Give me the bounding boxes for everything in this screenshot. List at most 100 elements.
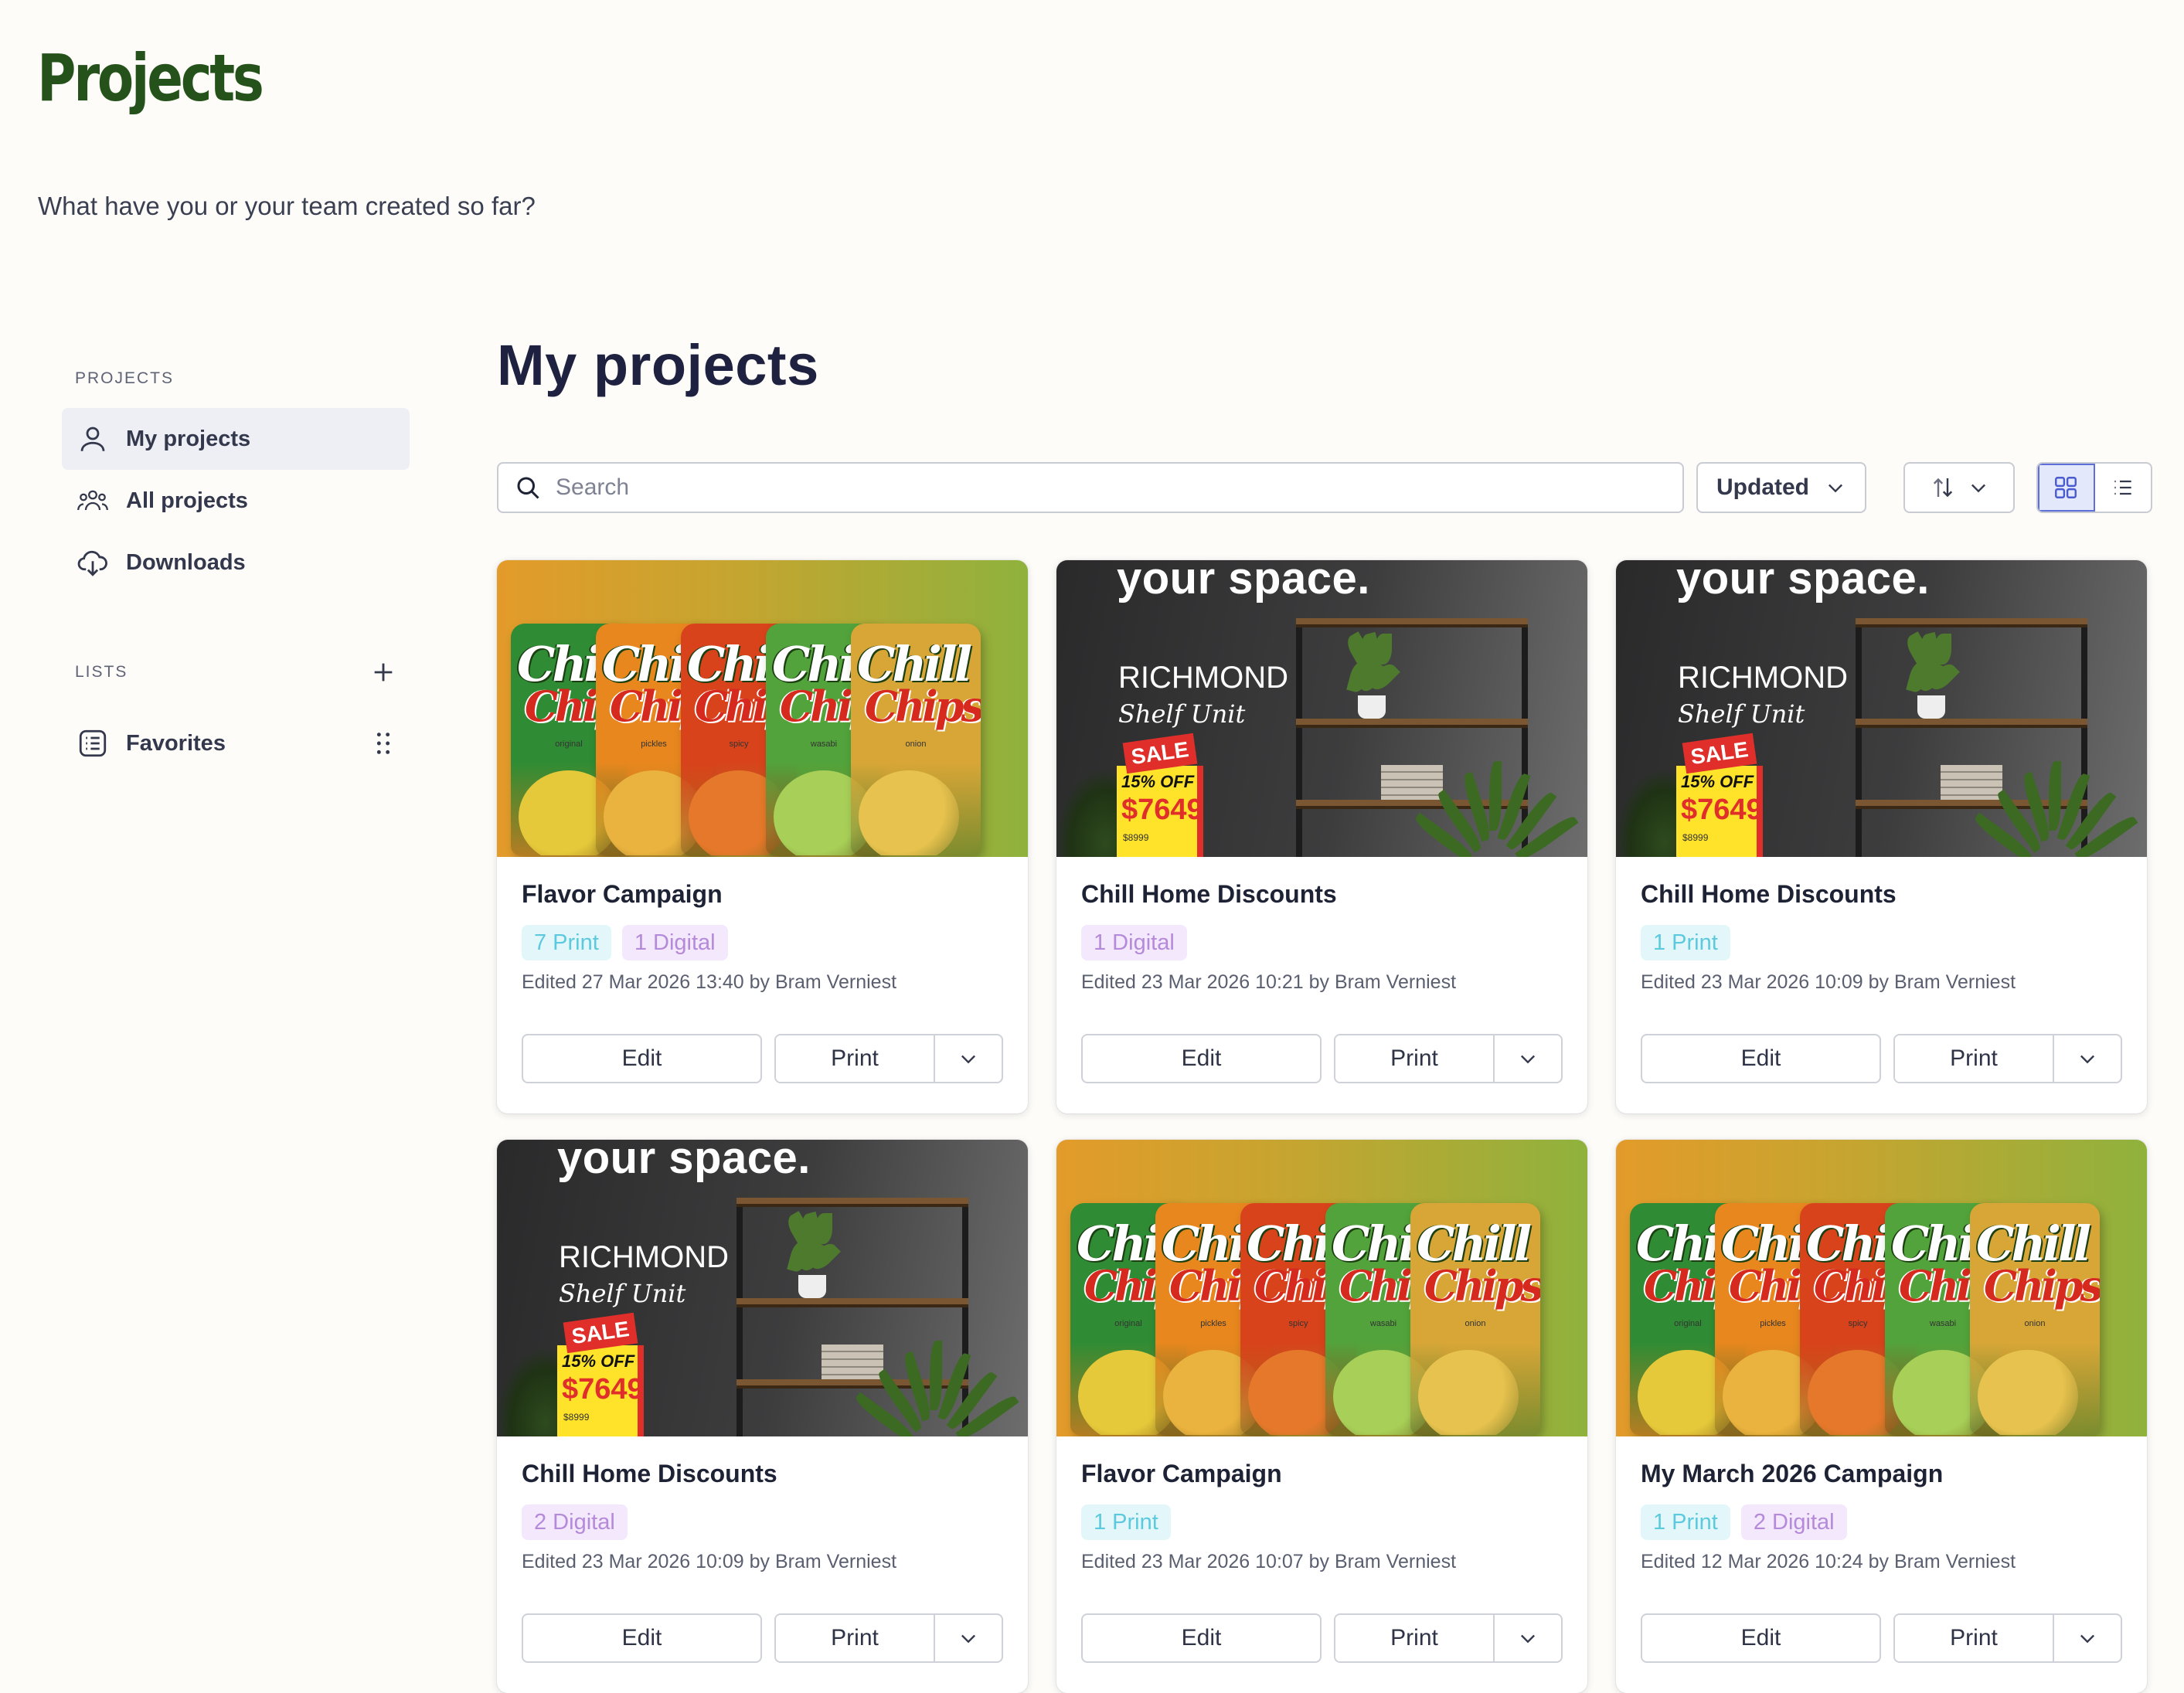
- print-options-button[interactable]: [935, 1615, 1002, 1661]
- card-body: Chill Home Discounts 1 Print Edited 23 Mar…: [1616, 857, 2147, 1083]
- sort-arrows-icon: [1933, 478, 1953, 498]
- project-title[interactable]: Flavor Campaign: [522, 880, 1003, 913]
- list-options-button[interactable]: [366, 726, 400, 760]
- print-options-button[interactable]: [935, 1035, 1002, 1082]
- edited-info: Edited 23 Mar 2026 10:07 by Bram Vernies…: [1081, 1551, 1457, 1572]
- user-icon: [75, 421, 111, 457]
- project-card[interactable]: your space. RICHMOND Shelf Unit 15% OFF $764…: [497, 1140, 1028, 1693]
- print-button[interactable]: Print: [1895, 1035, 2054, 1082]
- edit-button[interactable]: Edit: [522, 1613, 762, 1663]
- shelf-board: [1296, 618, 1528, 627]
- sidebar-item-label: All projects: [126, 488, 248, 513]
- grid-icon: [2055, 477, 2077, 498]
- project-card[interactable]: ChillChipsoriginalChillChipspicklesChill…: [1056, 1140, 1587, 1693]
- project-card[interactable]: ChillChipsoriginalChillChipspicklesChill…: [1616, 1140, 2147, 1693]
- grid-view-button[interactable]: [2038, 464, 2095, 512]
- shelf-board: [1856, 618, 2087, 627]
- project-title[interactable]: Chill Home Discounts: [1641, 880, 2122, 913]
- sort-field-select[interactable]: Updated: [1696, 462, 1866, 513]
- chevron-down-icon: [2080, 1634, 2094, 1644]
- print-count-badge: 1 Print: [1641, 925, 1730, 960]
- print-button[interactable]: Print: [1335, 1615, 1495, 1661]
- discount-label: 15% OFF: [1681, 772, 1754, 791]
- project-thumbnail[interactable]: your space. RICHMOND Shelf Unit 15% OFF $764…: [1056, 560, 1587, 857]
- edited-info: Edited 23 Mar 2026 10:09 by Bram Vernies…: [522, 1551, 897, 1572]
- print-options-button[interactable]: [1495, 1035, 1561, 1082]
- card-body: Flavor Campaign 1 Print Edited 23 Mar 2026…: [1056, 1436, 1587, 1663]
- print-button[interactable]: Print: [776, 1615, 935, 1661]
- badge-row: 7 Print 1 Digital: [522, 925, 1003, 960]
- chip-bag-brand: ChillChips: [1417, 1220, 1540, 1307]
- edit-button[interactable]: Edit: [1641, 1034, 1881, 1083]
- sort-direction-button[interactable]: [1903, 462, 2015, 513]
- project-thumbnail[interactable]: ChillChipsoriginalChillChipspicklesChill…: [1056, 1140, 1587, 1436]
- chip-bag-brand: ChillChips: [1976, 1220, 2100, 1311]
- sidebar-item-all-projects[interactable]: All projects: [62, 470, 410, 532]
- edited-info: Edited 27 Mar 2026 13:40 by Bram Vernies…: [522, 971, 897, 993]
- discount-label: 15% OFF: [1121, 772, 1195, 791]
- card-body: Chill Home Discounts 2 Digital Edited 23 M…: [497, 1436, 1028, 1663]
- card-actions: Edit Print: [1081, 1613, 1563, 1663]
- shelf-product-sub: Shelf Unit: [1118, 699, 1246, 729]
- print-options-button[interactable]: [2054, 1615, 2121, 1661]
- print-button[interactable]: Print: [1335, 1035, 1495, 1082]
- users-icon: [75, 483, 111, 518]
- list-view-button[interactable]: [2095, 464, 2151, 512]
- shelf-headline: your space.: [557, 1140, 811, 1183]
- search-input[interactable]: [556, 474, 1638, 501]
- project-title[interactable]: My March 2026 Campaign: [1641, 1460, 2122, 1492]
- plus-icon: [374, 663, 393, 682]
- add-list-button[interactable]: [366, 655, 400, 689]
- toolbar: Updated: [497, 462, 2152, 513]
- shelf-product-name: RICHMOND: [1118, 661, 1288, 695]
- project-thumbnail[interactable]: your space. RICHMOND Shelf Unit 15% OFF $764…: [1616, 560, 2147, 857]
- project-title[interactable]: Chill Home Discounts: [522, 1460, 1003, 1492]
- fern-plant: [1616, 769, 1686, 857]
- project-thumbnail[interactable]: ChillChipsoriginalChillChipspicklesChill…: [1616, 1140, 2147, 1436]
- plant-leaf: [815, 1213, 832, 1244]
- edit-button[interactable]: Edit: [522, 1034, 762, 1083]
- big-plant: [1971, 753, 2138, 857]
- edit-button[interactable]: Edit: [1641, 1613, 1881, 1663]
- card-body: Flavor Campaign 7 Print 1 Digital Edited 27…: [497, 857, 1028, 1083]
- chip-flavor: onion: [1465, 1319, 1486, 1328]
- print-split-button: Print: [774, 1034, 1003, 1083]
- chevron-down-icon: [1971, 484, 1985, 493]
- sidebar-item-my-projects[interactable]: My projects: [62, 408, 410, 470]
- original-price: $8999: [1123, 832, 1149, 843]
- digital-count-badge: 1 Digital: [1081, 925, 1187, 960]
- print-button[interactable]: Print: [776, 1035, 935, 1082]
- sidebar-item-favorites[interactable]: Favorites: [62, 712, 366, 774]
- chip-brand-bottom: Chips: [1984, 1261, 2100, 1311]
- project-title[interactable]: Flavor Campaign: [1081, 1460, 1563, 1492]
- project-thumbnail[interactable]: your space. RICHMOND Shelf Unit 15% OFF $764…: [497, 1140, 1028, 1436]
- chevron-down-icon: [2080, 1055, 2094, 1064]
- print-split-button: Print: [1334, 1034, 1563, 1083]
- project-card[interactable]: your space. RICHMOND Shelf Unit 15% OFF $764…: [1616, 560, 2147, 1113]
- chevron-down-icon: [1829, 484, 1842, 493]
- project-card[interactable]: your space. RICHMOND Shelf Unit 15% OFF $764…: [1056, 560, 1587, 1113]
- print-options-button[interactable]: [2054, 1035, 2121, 1082]
- shelf-product-name: RICHMOND: [1678, 661, 1848, 695]
- edit-button[interactable]: Edit: [1081, 1034, 1322, 1083]
- card-actions: Edit Print: [522, 1613, 1003, 1663]
- badge-row: 2 Digital: [522, 1504, 1003, 1540]
- shelf-board: [737, 1198, 968, 1207]
- print-options-button[interactable]: [1495, 1615, 1561, 1661]
- card-actions: Edit Print: [1641, 1034, 2122, 1083]
- edit-button[interactable]: Edit: [1081, 1613, 1322, 1663]
- chevron-down-icon: [961, 1055, 975, 1064]
- plant-pot: [1358, 695, 1386, 719]
- project-thumbnail[interactable]: ChillChipsoriginalChillChipspicklesChill…: [497, 560, 1028, 857]
- plant-pot: [798, 1275, 826, 1298]
- badge-row: 1 Print: [1081, 1504, 1563, 1540]
- project-card[interactable]: ChillChipsoriginalChillChipspicklesChill…: [497, 560, 1028, 1113]
- search-box[interactable]: [497, 462, 1684, 513]
- sidebar-item-downloads[interactable]: Downloads: [62, 532, 410, 593]
- chip-crisps: [1418, 1350, 1519, 1435]
- project-title[interactable]: Chill Home Discounts: [1081, 880, 1563, 913]
- print-button[interactable]: Print: [1895, 1615, 2054, 1661]
- print-count-badge: 1 Print: [1081, 1504, 1171, 1540]
- chip-bag: Chill Chips onion: [1410, 1203, 1540, 1435]
- plant-leaf: [2049, 761, 2061, 831]
